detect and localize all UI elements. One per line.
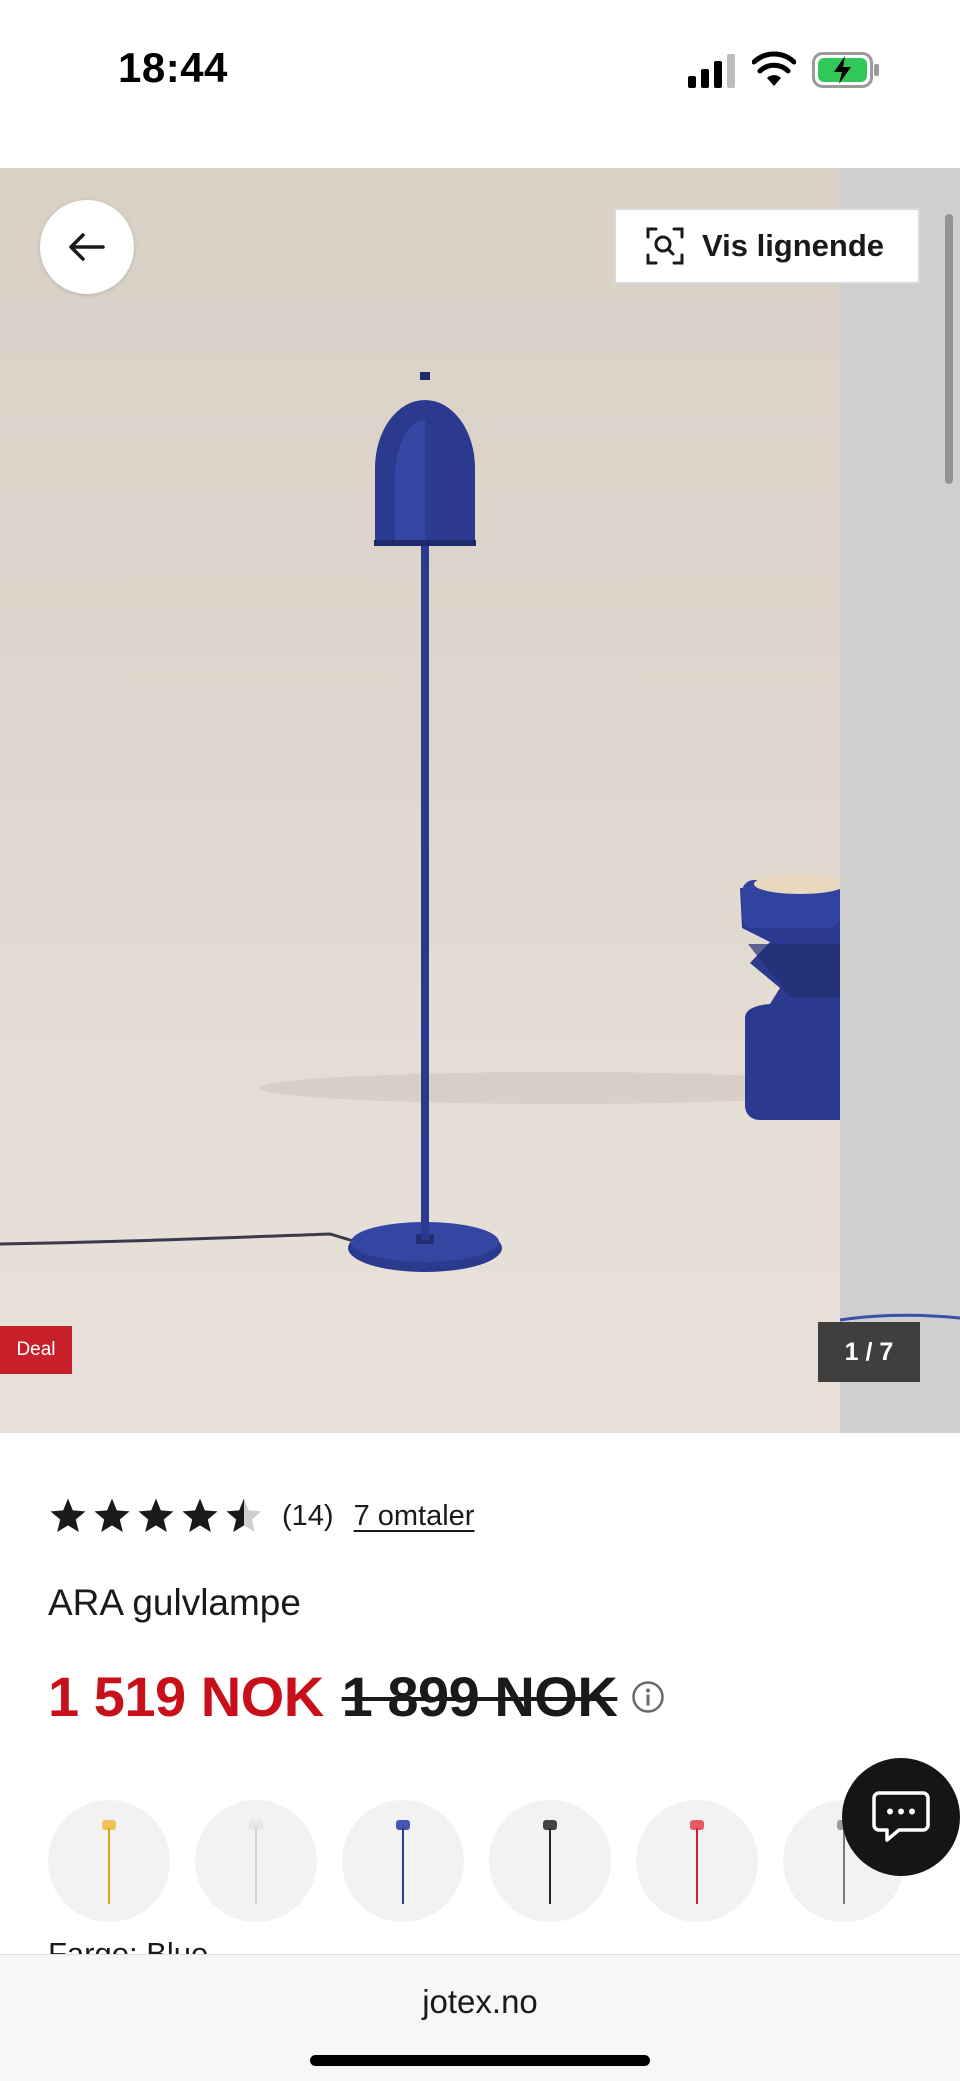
show-similar-label: Vis lignende [702, 228, 885, 263]
lamp-thumbnail [102, 1820, 116, 1904]
next-photo-cord [839, 1313, 960, 1322]
rating-count: (14) [282, 1499, 334, 1532]
color-swatch[interactable] [48, 1800, 170, 1922]
product-title: ARA gulvlampe [48, 1582, 301, 1623]
visual-search-icon [646, 227, 684, 265]
chat-button[interactable] [842, 1758, 960, 1876]
reviews-link[interactable]: 7 omtaler [354, 1500, 475, 1533]
back-arrow-icon [69, 233, 105, 261]
original-price: 1 899 NOK [341, 1665, 618, 1728]
image-counter: 1 / 7 [818, 1322, 920, 1382]
star-full-icon [94, 1498, 130, 1532]
star-full-icon [182, 1498, 218, 1532]
url-text[interactable]: jotex.no [0, 1983, 960, 2021]
back-button[interactable] [40, 200, 134, 294]
price-row: 1 519 NOK 1 899 NOK [48, 1664, 665, 1729]
star-full-icon [50, 1498, 86, 1532]
selected-color-label: Farge: Blue [48, 1936, 209, 1956]
status-time: 18:44 [118, 44, 228, 91]
deal-badge: Deal [0, 1326, 72, 1374]
color-swatches [48, 1800, 960, 1924]
home-indicator[interactable] [310, 2055, 650, 2066]
cellular-signal-icon [688, 54, 735, 88]
color-swatch[interactable] [636, 1800, 758, 1922]
price-info-icon[interactable] [631, 1680, 665, 1714]
lamp-thumbnail [543, 1820, 557, 1904]
rating-stars [48, 1496, 264, 1536]
product-photo[interactable] [0, 168, 840, 1433]
scroll-indicator[interactable] [945, 214, 953, 484]
show-similar-button[interactable]: Vis lignende [614, 208, 920, 284]
color-swatch-selected[interactable] [342, 1800, 464, 1922]
battery-charging-icon [812, 52, 879, 88]
star-half-icon [226, 1498, 262, 1532]
color-swatch[interactable] [489, 1800, 611, 1922]
current-price: 1 519 NOK [48, 1665, 324, 1728]
wifi-icon [752, 51, 796, 86]
lamp-thumbnail [690, 1820, 704, 1904]
lamp-thumbnail [249, 1820, 263, 1904]
floor-lamp-illustration [0, 372, 840, 1272]
product-rating[interactable]: (14) 7 omtaler [48, 1494, 474, 1538]
next-photo-preview[interactable] [839, 168, 960, 1433]
lamp-thumbnail [396, 1820, 410, 1904]
color-swatch[interactable] [195, 1800, 317, 1922]
chat-bubble-icon [872, 1791, 930, 1842]
browser-address-bar[interactable]: jotex.no [0, 1954, 960, 2081]
star-full-icon [138, 1498, 174, 1532]
product-image-gallery[interactable]: Vis lignende Deal 1 / 7 [0, 168, 960, 1433]
status-bar: 18:44 [0, 0, 960, 168]
